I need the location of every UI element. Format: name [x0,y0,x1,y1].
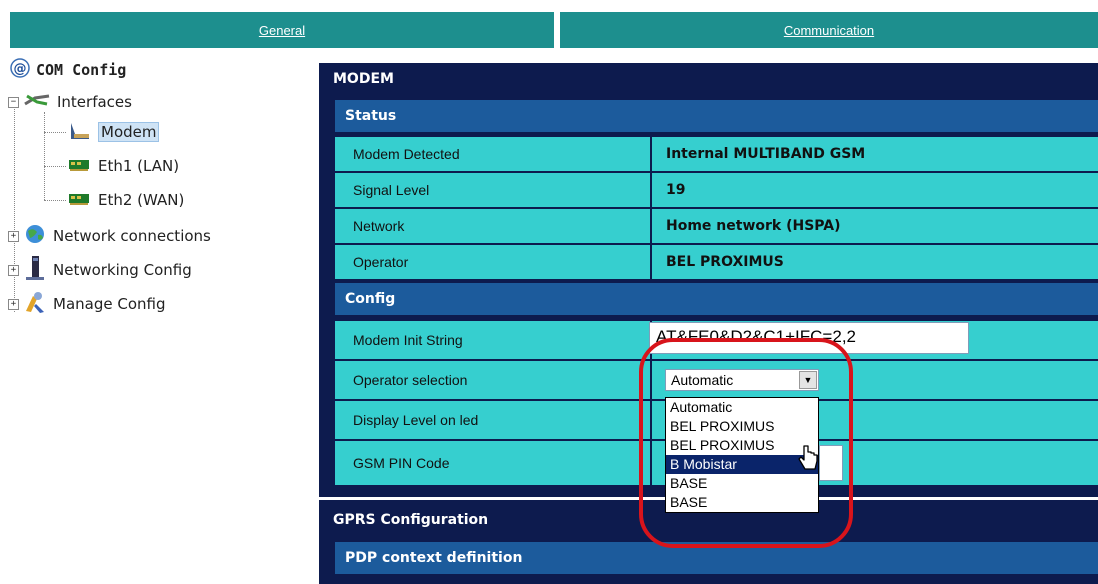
row-value: 19 [652,173,1098,207]
tab-general[interactable]: General [10,12,554,48]
collapse-icon[interactable]: − [8,96,19,108]
config-header: Config [335,283,1098,315]
tree-label: Eth2 (WAN) [98,191,185,209]
tree-label: Networking Config [53,261,192,279]
tree-label: Manage Config [53,295,166,313]
tree-item-eth2[interactable]: Eth2 (WAN) [68,188,184,212]
tree-line [44,166,66,167]
table-row: Modem Detected Internal MULTIBAND GSM [335,137,1098,171]
network-cable-icon [23,90,51,114]
at-sign-icon: @ [10,58,30,82]
tab-communication[interactable]: Communication [560,12,1098,48]
row-label: GSM PIN Code [335,441,650,485]
tools-icon [23,290,47,318]
expand-icon[interactable]: + [8,264,19,276]
table-row: Signal Level 19 [335,173,1098,207]
row-label: Network [335,209,650,243]
row-label: Operator selection [335,361,650,399]
tree-label: Network connections [53,227,211,245]
hand-cursor-icon [798,444,820,476]
status-header: Status [335,100,1098,132]
row-label: Operator [335,245,650,279]
panel-title: MODEM [333,71,394,87]
tree-line [44,132,66,133]
row-label: Modem Detected [335,137,650,171]
tab-bar: General Communication [10,12,1098,48]
table-row: Operator BEL PROXIMUS [335,245,1098,279]
tree-label: Modem [98,122,160,142]
tree-item-networking-config[interactable]: + Networking Config [8,255,192,285]
tree-item-modem[interactable]: Modem [68,120,160,144]
tree-item-interfaces[interactable]: − Interfaces [8,90,132,114]
svg-text:@: @ [14,62,27,77]
gprs-title: GPRS Configuration [333,512,489,528]
tree-line [44,112,45,200]
expand-icon[interactable]: + [8,230,19,242]
network-card-icon [68,154,92,178]
server-icon [23,255,47,285]
row-value: Home network (HSPA) [652,209,1098,243]
tree-label: Interfaces [57,93,132,111]
tree-item-com-config[interactable]: @ COM Config [10,58,126,82]
tree-item-manage-config[interactable]: + Manage Config [8,292,165,316]
tree-line [44,200,66,201]
table-row: Network Home network (HSPA) [335,209,1098,243]
globe-icon [23,223,47,249]
row-label: Modem Init String [335,321,650,359]
row-label: Display Level on led [335,401,650,439]
modem-icon [68,120,92,144]
network-card-icon [68,188,92,212]
expand-icon[interactable]: + [8,298,19,310]
tree-label: COM Config [36,61,127,79]
tree-label: Eth1 (LAN) [98,157,180,175]
tree-item-network-connections[interactable]: + Network connections [8,224,211,248]
highlight-ring [639,338,853,548]
row-value: Internal MULTIBAND GSM [652,137,1098,171]
row-label: Signal Level [335,173,650,207]
row-value: BEL PROXIMUS [652,245,1098,279]
tree-item-eth1[interactable]: Eth1 (LAN) [68,154,179,178]
